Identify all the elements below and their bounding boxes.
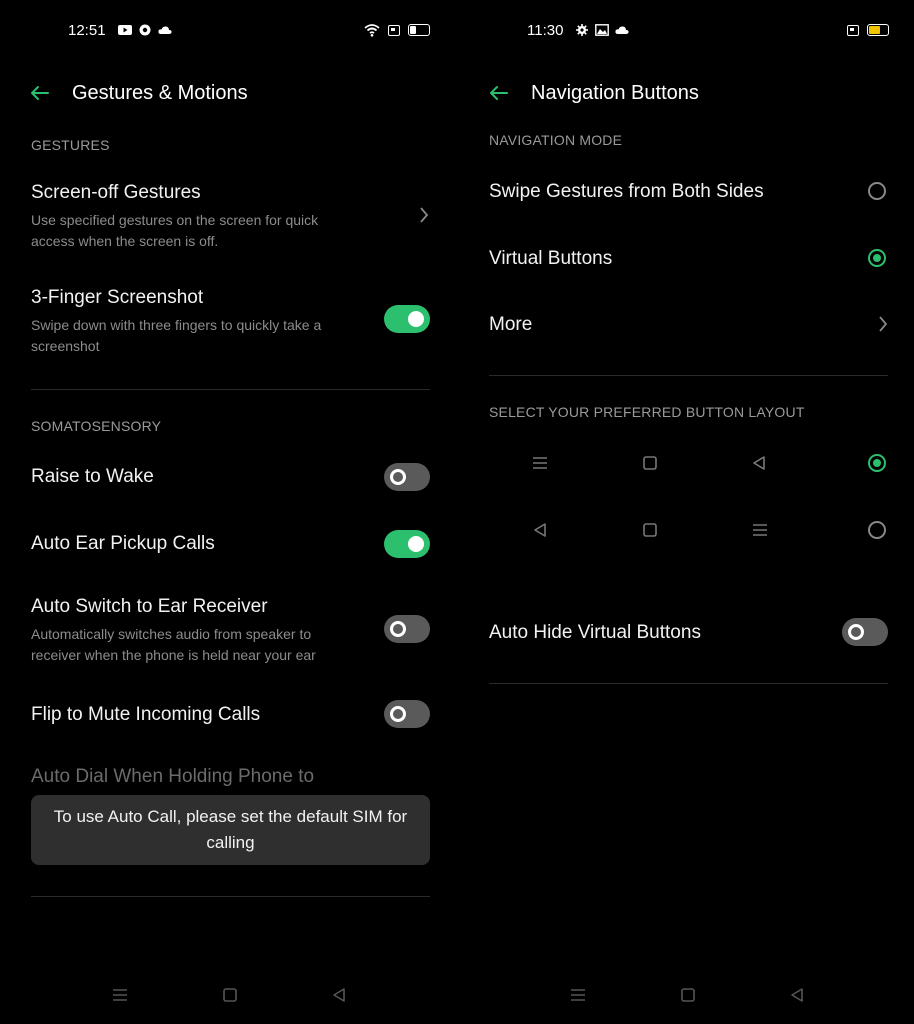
swipe-gestures-radio[interactable] — [868, 182, 886, 200]
chevron-right-icon — [420, 207, 429, 223]
auto-ear-pickup-toggle[interactable] — [384, 530, 430, 558]
back-triangle-icon[interactable] — [331, 987, 347, 1003]
layout-option-2-radio[interactable] — [868, 521, 886, 539]
divider — [31, 389, 430, 390]
auto-hide-toggle[interactable] — [842, 618, 888, 646]
row-title: Flip to Mute Incoming Calls — [31, 704, 261, 725]
home-square-icon[interactable] — [222, 987, 238, 1003]
status-time: 12:51 — [68, 21, 106, 39]
gear-icon — [576, 24, 589, 36]
battery-icon — [867, 24, 889, 36]
sim-card-icon — [388, 24, 400, 36]
row-subtitle: Automatically switches audio from speake… — [31, 626, 316, 663]
layout-option-1-radio[interactable] — [868, 454, 886, 472]
chrome-icon — [139, 24, 151, 36]
navigation-buttons-screen: 11:30 Navigation Buttons NAVIGATION MODE… — [457, 0, 914, 1024]
row-subtitle: Use specified gestures on the screen for… — [31, 212, 319, 249]
menu-icon — [753, 524, 767, 536]
header: Gestures & Motions — [28, 78, 248, 108]
status-time: 11:30 — [527, 21, 564, 39]
option-title: Virtual Buttons — [489, 248, 613, 269]
home-square-icon — [643, 456, 657, 470]
three-finger-toggle[interactable] — [384, 305, 430, 333]
virtual-buttons-radio[interactable] — [868, 249, 886, 267]
menu-icon[interactable] — [570, 988, 586, 1002]
row-title: Auto Ear Pickup Calls — [31, 533, 215, 554]
status-right — [364, 18, 430, 42]
home-square-icon[interactable] — [680, 987, 696, 1003]
youtube-icon — [117, 25, 132, 35]
toast-message: To use Auto Call, please set the default… — [31, 795, 430, 865]
raise-to-wake-toggle[interactable] — [384, 463, 430, 491]
status-right — [847, 18, 889, 42]
status-bar: 11:30 — [527, 18, 630, 42]
sim-card-icon — [847, 24, 859, 36]
menu-icon[interactable] — [112, 988, 128, 1002]
page-title: Navigation Buttons — [531, 81, 699, 104]
section-gestures: GESTURES — [31, 137, 110, 153]
row-title: Raise to Wake — [31, 466, 154, 487]
home-square-icon — [643, 523, 657, 537]
row-title: More — [489, 314, 533, 335]
row-auto-dial[interactable]: Auto Dial When Holding Phone to — [31, 766, 314, 788]
status-bar: 12:51 — [68, 18, 172, 42]
gallery-icon — [595, 24, 610, 36]
cloud-icon — [615, 26, 630, 34]
back-triangle-icon — [534, 523, 546, 537]
row-title: Auto Switch to Ear Receiver — [31, 596, 268, 617]
header: Navigation Buttons — [487, 78, 699, 108]
section-navigation-mode: NAVIGATION MODE — [489, 132, 623, 148]
row-subtitle: Swipe down with three fingers to quickly… — [31, 317, 322, 354]
back-arrow-icon[interactable] — [28, 81, 52, 105]
option-title: Swipe Gestures from Both Sides — [489, 181, 764, 202]
back-arrow-icon[interactable] — [487, 81, 511, 105]
section-somatosensory: SOMATOSENSORY — [31, 418, 162, 434]
battery-icon — [408, 24, 430, 36]
divider — [489, 683, 888, 684]
menu-icon — [533, 457, 547, 469]
gestures-motions-screen: 12:51 Gestures & Motions GESTURES Screen… — [0, 0, 457, 1024]
system-nav-bar — [0, 984, 457, 1008]
back-triangle-icon — [753, 456, 765, 470]
divider — [31, 896, 430, 897]
cloud-icon — [157, 26, 172, 34]
auto-switch-ear-toggle[interactable] — [384, 615, 430, 643]
row-title: Auto Hide Virtual Buttons — [489, 622, 701, 643]
system-nav-bar — [457, 984, 914, 1008]
flip-to-mute-toggle[interactable] — [384, 700, 430, 728]
back-triangle-icon[interactable] — [789, 987, 805, 1003]
wifi-icon — [364, 24, 380, 37]
page-title: Gestures & Motions — [72, 81, 248, 104]
section-button-layout: SELECT YOUR PREFERRED BUTTON LAYOUT — [489, 404, 805, 420]
row-title: Screen-off Gestures — [31, 182, 201, 203]
row-title: 3-Finger Screenshot — [31, 287, 204, 308]
divider — [489, 375, 888, 376]
chevron-right-icon — [879, 316, 888, 332]
